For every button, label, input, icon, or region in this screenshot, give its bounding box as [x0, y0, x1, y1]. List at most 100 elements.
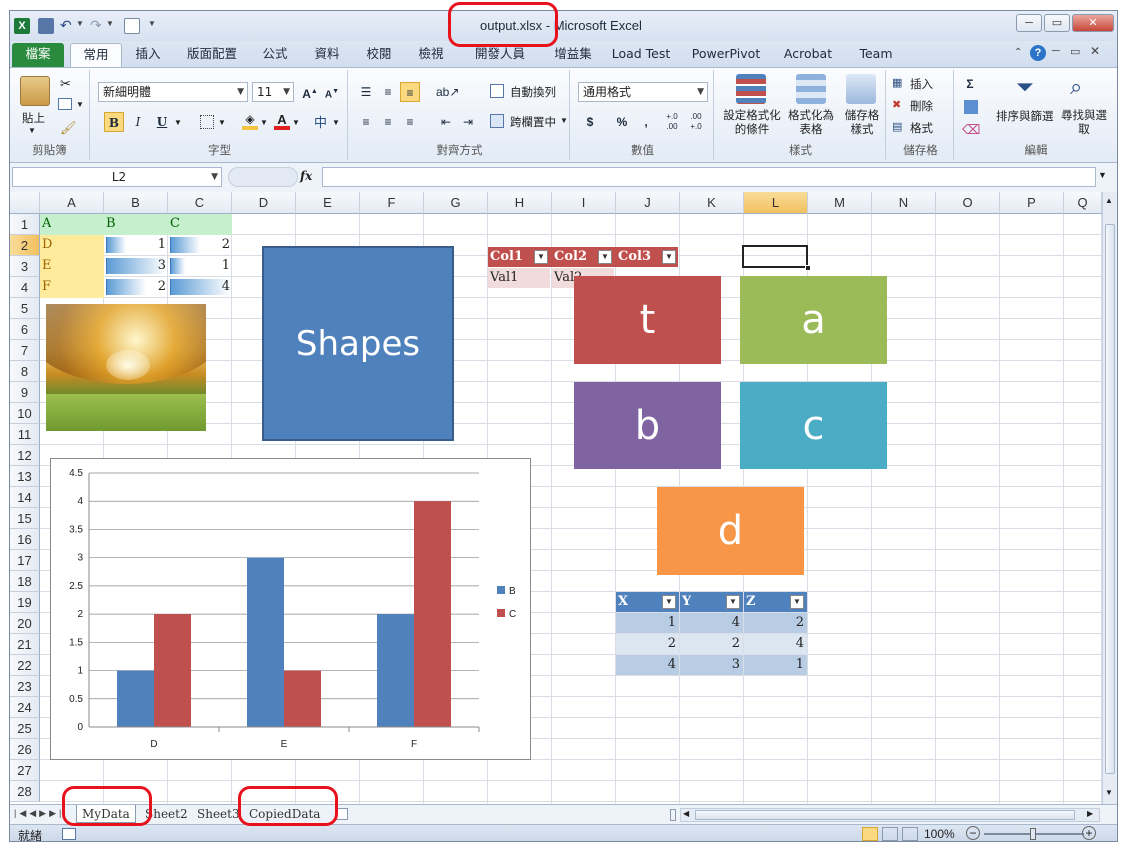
scroll-down-icon[interactable]: ▼: [1105, 788, 1113, 797]
tab-load-test[interactable]: Load Test: [608, 43, 674, 67]
table1-filter-icon[interactable]: ▼: [662, 250, 676, 264]
scroll-left-icon[interactable]: ◀: [683, 809, 689, 818]
number-format-combo[interactable]: 通用格式 ▼: [578, 82, 708, 102]
table2-filter-icon[interactable]: ▼: [726, 595, 740, 609]
column-header-p[interactable]: P: [1000, 192, 1064, 214]
page-layout-view-icon[interactable]: [882, 827, 898, 841]
column-header-d[interactable]: D: [232, 192, 296, 214]
bar-C-D[interactable]: [154, 614, 191, 727]
tab-split-handle[interactable]: [670, 809, 676, 821]
align-right-icon[interactable]: ≡: [400, 112, 420, 132]
bar-B-E[interactable]: [247, 557, 284, 727]
row-header-8[interactable]: 8: [10, 361, 40, 382]
column-header-k[interactable]: K: [680, 192, 744, 214]
zoom-in-icon[interactable]: +: [1082, 826, 1096, 840]
table1-filter-icon[interactable]: ▼: [598, 250, 612, 264]
column-header-h[interactable]: H: [488, 192, 552, 214]
merge-dropdown-icon[interactable]: ▼: [560, 116, 568, 125]
format-as-table-icon[interactable]: [796, 74, 826, 104]
row-header-13[interactable]: 13: [10, 466, 40, 487]
align-left-icon[interactable]: ≡: [356, 112, 376, 132]
tab-acrobat[interactable]: Acrobat: [780, 43, 836, 67]
italic-button[interactable]: I: [128, 112, 148, 132]
row-header-14[interactable]: 14: [10, 487, 40, 508]
help-icon[interactable]: ?: [1030, 45, 1046, 61]
normal-view-icon[interactable]: [862, 827, 878, 841]
format-painter-icon[interactable]: 🖌: [60, 120, 77, 136]
column-header-j[interactable]: J: [616, 192, 680, 214]
row-header-6[interactable]: 6: [10, 319, 40, 340]
font-name-combo[interactable]: 新細明體 ▼: [98, 82, 248, 102]
table2-cell[interactable]: 3: [680, 655, 740, 675]
row-header-4[interactable]: 4: [10, 277, 40, 298]
column-header-o[interactable]: O: [936, 192, 1000, 214]
cell-a3[interactable]: E: [42, 256, 52, 276]
cell-b2[interactable]: 1: [104, 235, 166, 255]
tab-view[interactable]: 檢視: [406, 43, 456, 67]
row-header-9[interactable]: 9: [10, 382, 40, 403]
cell-c3[interactable]: 1: [168, 256, 230, 276]
zoom-slider-thumb[interactable]: [1030, 828, 1036, 840]
table2-cell[interactable]: 2: [680, 634, 740, 654]
undo-dropdown-icon[interactable]: ▼: [76, 19, 84, 28]
row-header-11[interactable]: 11: [10, 424, 40, 445]
decrease-indent-icon[interactable]: ⇤: [436, 112, 456, 132]
bar-B-D[interactable]: [117, 670, 154, 727]
row-header-21[interactable]: 21: [10, 634, 40, 655]
wrap-text-icon[interactable]: [490, 84, 504, 98]
row-header-23[interactable]: 23: [10, 676, 40, 697]
font-color-icon[interactable]: A: [274, 112, 290, 130]
active-cell-l2[interactable]: [742, 245, 808, 268]
format-as-table-button[interactable]: 格式化為表格: [788, 108, 834, 136]
table2-header-x[interactable]: X: [618, 592, 628, 612]
maximize-button[interactable]: ▭: [1044, 14, 1070, 32]
tab-review[interactable]: 校閱: [354, 43, 404, 67]
row-header-15[interactable]: 15: [10, 508, 40, 529]
row-header-28[interactable]: 28: [10, 781, 40, 802]
cell-styles-icon[interactable]: [846, 74, 876, 104]
increase-indent-icon[interactable]: ⇥: [458, 112, 478, 132]
chart-area[interactable]: 0 0.5 1 1.5 2 2.5 3 3.5 4 4.5 D E F B C: [50, 458, 531, 760]
table2-cell[interactable]: 4: [744, 634, 804, 654]
clear-icon[interactable]: ⌫: [962, 122, 980, 138]
table2-cell[interactable]: 2: [616, 634, 676, 654]
tab-formulas[interactable]: 公式: [250, 43, 300, 67]
column-header-l[interactable]: L: [744, 192, 808, 214]
row-header-1[interactable]: 1: [10, 214, 40, 235]
cell-b3[interactable]: 3: [104, 256, 166, 276]
merge-center-icon[interactable]: [490, 114, 504, 128]
column-header-q[interactable]: Q: [1064, 192, 1102, 214]
font-color-dropdown-icon[interactable]: ▼: [292, 118, 300, 127]
minimize-button[interactable]: ─: [1016, 14, 1042, 32]
column-header-a[interactable]: A: [40, 192, 104, 214]
table1-header-3[interactable]: Col3: [618, 247, 651, 267]
cell-c1[interactable]: C: [170, 214, 180, 234]
row-header-22[interactable]: 22: [10, 655, 40, 676]
table2-header-y[interactable]: Y: [682, 592, 691, 612]
fill-handle[interactable]: [805, 265, 811, 271]
shape-main[interactable]: Shapes: [262, 246, 454, 441]
sort-filter-button[interactable]: 排序與篩選: [996, 108, 1054, 124]
bar-B-F[interactable]: [377, 614, 414, 727]
row-header-26[interactable]: 26: [10, 739, 40, 760]
column-header-g[interactable]: G: [424, 192, 488, 214]
zoom-out-icon[interactable]: −: [966, 826, 980, 840]
column-header-m[interactable]: M: [808, 192, 872, 214]
copy-icon[interactable]: [58, 98, 72, 110]
tab-addins[interactable]: 增益集: [540, 43, 606, 67]
align-top-icon[interactable]: ☰: [356, 82, 376, 102]
column-header-i[interactable]: I: [552, 192, 616, 214]
worksheet-grid[interactable]: ABCDEFGHIJKLMNOPQ 1 2 3 4 5 6 7 8 9 10 11 12 13 14 15 1…: [10, 192, 1102, 804]
align-middle-icon[interactable]: ≡: [378, 82, 398, 102]
cell-a1[interactable]: A: [42, 214, 51, 234]
align-center-icon[interactable]: ≡: [378, 112, 398, 132]
name-box[interactable]: L2 ▼: [12, 167, 222, 187]
customize-qat-icon[interactable]: ▼: [148, 19, 156, 28]
table2-cell[interactable]: 1: [616, 613, 676, 633]
cell-styles-button[interactable]: 儲存格樣式: [840, 108, 884, 136]
find-select-button[interactable]: 尋找與選取: [1060, 108, 1108, 136]
bold-button[interactable]: B: [104, 112, 124, 132]
tab-home[interactable]: 常用: [70, 43, 122, 67]
new-file-icon[interactable]: [124, 18, 140, 34]
row-header-16[interactable]: 16: [10, 529, 40, 550]
